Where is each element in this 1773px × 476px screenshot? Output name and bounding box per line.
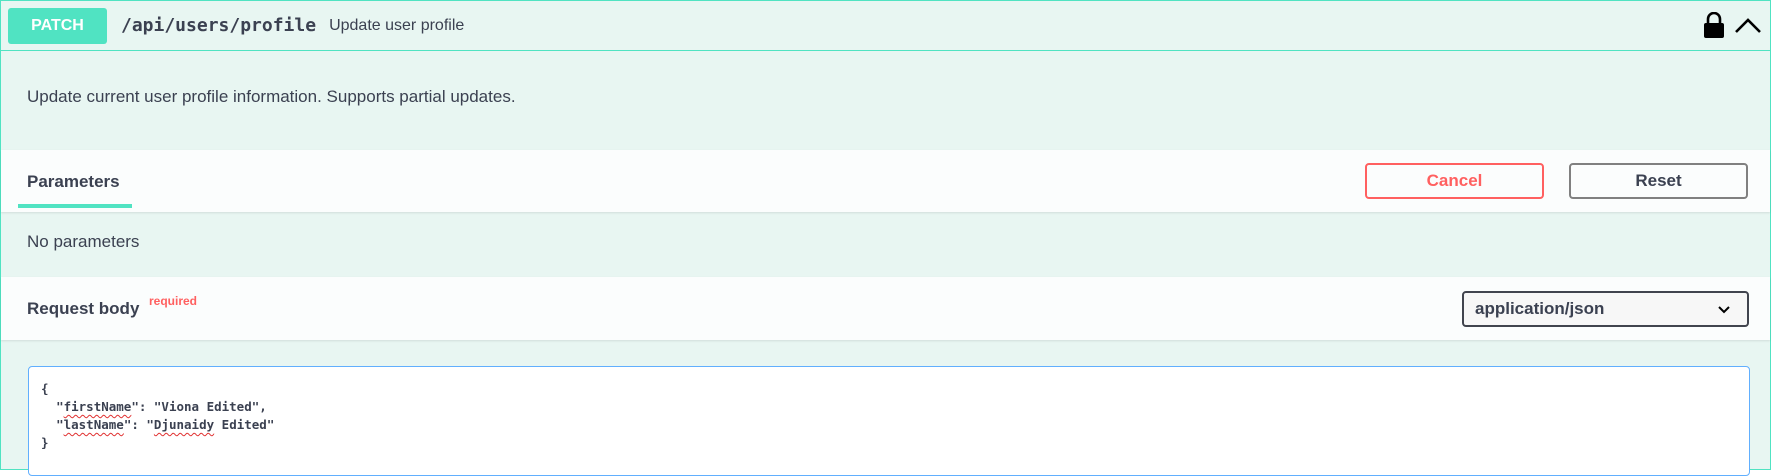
chevron-down-icon [1718,306,1730,314]
operation-summary-text: Update user profile [329,16,465,34]
operation-summary[interactable]: PATCH /api/users/profile Update user pro… [1,1,1770,51]
operation-block: PATCH /api/users/profile Update user pro… [0,0,1771,476]
request-body-title: Request body [27,299,140,318]
spellcheck-word: lastName [63,417,124,432]
request-body-editor[interactable]: { "firstName": "Viona Edited", "lastName… [28,366,1750,476]
editor-line: } [41,435,49,450]
request-body-header: Request body required application/json [1,277,1770,340]
no-parameters-text: No parameters [27,232,140,251]
chevron-up-icon[interactable] [1733,14,1763,36]
endpoint-path: /api/users/profile [121,15,317,36]
tab-parameters[interactable]: Parameters [27,172,120,192]
cancel-button[interactable]: Cancel [1365,163,1544,199]
tab-active-indicator [18,204,132,208]
lock-icon[interactable] [1703,12,1725,38]
editor-line: { [41,381,49,396]
spellcheck-word: Djunaidy [153,417,215,432]
reset-button[interactable]: Reset [1569,163,1748,199]
content-type-value: application/json [1475,299,1605,318]
editor-line: "firstName": "Viona Edited", [56,399,267,414]
required-label: required [149,294,198,308]
editor-line: "lastName": "Djunaidy Edited" [56,417,275,432]
spellcheck-word: firstName [63,399,132,414]
method-badge: PATCH [8,7,107,44]
content-type-select[interactable]: application/json [1462,291,1749,327]
operation-description: Update current user profile information.… [27,87,516,106]
parameters-header: Parameters Cancel Reset [1,150,1770,212]
